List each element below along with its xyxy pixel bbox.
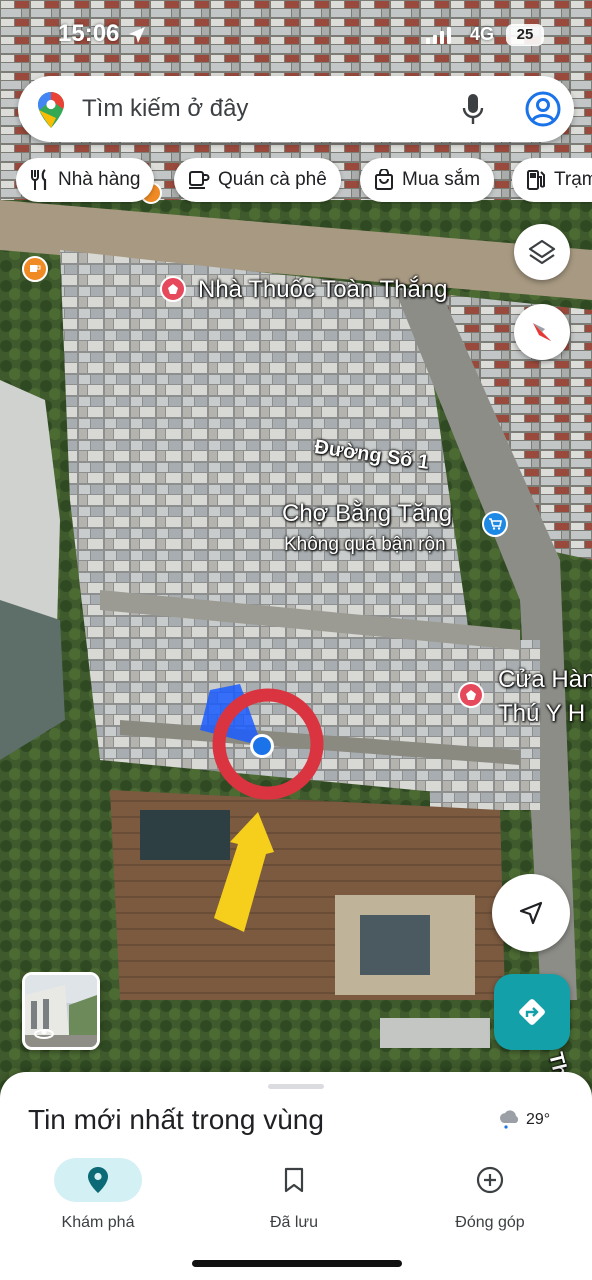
temperature: 29° — [526, 1111, 551, 1128]
vet-shop-pin-icon[interactable] — [458, 682, 484, 708]
account-icon[interactable] — [524, 90, 562, 128]
tab-icon-container — [54, 1158, 142, 1202]
cafe-pin-icon[interactable] — [22, 256, 48, 282]
chip-cafes[interactable]: Quán cà phê — [174, 158, 341, 202]
tab-label: Đã lưu — [269, 1214, 319, 1231]
chip-restaurants[interactable]: Nhà hàng — [16, 158, 155, 202]
bottom-navigation: Khám phá Đã lưu Đóng góp — [0, 1158, 592, 1238]
gas-pump-icon — [527, 170, 545, 190]
shopping-bag-icon — [375, 169, 393, 190]
360-rotate-icon — [34, 1029, 54, 1039]
location-pin-icon — [88, 1167, 108, 1193]
street-view-thumbnail[interactable] — [22, 972, 100, 1050]
bottom-sheet[interactable]: Tin mới nhất trong vùng 29° Khám phá Đã … — [0, 1072, 592, 1280]
battery-indicator: 25 — [506, 24, 544, 46]
shop-label-line1[interactable]: Cửa Hàn — [498, 666, 592, 694]
sheet-drag-handle[interactable] — [268, 1084, 324, 1089]
add-circle-icon — [476, 1166, 504, 1194]
shopping-cart-pin-icon[interactable] — [482, 511, 508, 537]
location-arrow-icon — [129, 27, 145, 43]
status-time: 15:06 — [58, 20, 120, 47]
market-label[interactable]: Chợ Bằng Tăng — [282, 500, 452, 528]
chip-label: Trạm — [554, 169, 592, 190]
directions-button[interactable] — [494, 974, 570, 1050]
microphone-icon[interactable] — [462, 93, 484, 125]
chip-label: Nhà hàng — [58, 169, 141, 190]
shop-label-line2[interactable]: Thú Y H — [498, 700, 585, 728]
tab-saved[interactable]: Đã lưu — [214, 1158, 374, 1238]
pharmacy-label[interactable]: Nhà Thuốc Toàn Thắng — [198, 276, 448, 304]
compass-icon — [533, 323, 551, 341]
coffee-cup-icon — [189, 171, 210, 189]
chip-label: Quán cà phê — [218, 169, 327, 190]
pharmacy-pin-icon[interactable] — [160, 276, 186, 302]
tab-explore[interactable]: Khám phá — [18, 1158, 178, 1238]
network-type: 4G — [470, 24, 495, 44]
cloud-rain-icon — [499, 1110, 519, 1129]
navigation-arrow-icon — [519, 901, 543, 925]
signal-icon — [426, 26, 451, 44]
layers-button[interactable] — [514, 224, 570, 280]
sheet-title: Tin mới nhất trong vùng — [28, 1104, 324, 1135]
category-chips: Nhà hàng Quán cà phê Mua sắm Trạm — [16, 158, 592, 204]
search-bar[interactable]: Tìm kiếm ở đây — [18, 76, 574, 142]
tab-icon-container — [446, 1158, 534, 1202]
bookmark-icon — [284, 1167, 304, 1193]
tab-contribute[interactable]: Đóng góp — [410, 1158, 570, 1238]
chip-label: Mua sắm — [402, 169, 481, 190]
tab-label: Khám phá — [61, 1214, 135, 1231]
tab-label: Đóng góp — [455, 1214, 525, 1231]
google-maps-logo-icon — [38, 92, 64, 128]
directions-icon — [519, 999, 545, 1025]
layers-icon — [528, 239, 556, 265]
home-indicator[interactable] — [192, 1260, 402, 1267]
fork-knife-icon — [31, 169, 47, 190]
chip-shopping[interactable]: Mua sắm — [360, 158, 495, 202]
chip-gas-stations[interactable]: Trạm — [512, 158, 592, 202]
tab-icon-container — [250, 1158, 338, 1202]
status-bar: 15:06 4G 25 — [0, 18, 592, 54]
weather-indicator: 29° — [498, 1110, 550, 1130]
my-location-button[interactable] — [492, 874, 570, 952]
market-status-label: Không quá bận rộn — [284, 534, 446, 555]
compass-button[interactable] — [514, 304, 570, 360]
search-input[interactable]: Tìm kiếm ở đây — [82, 95, 248, 123]
